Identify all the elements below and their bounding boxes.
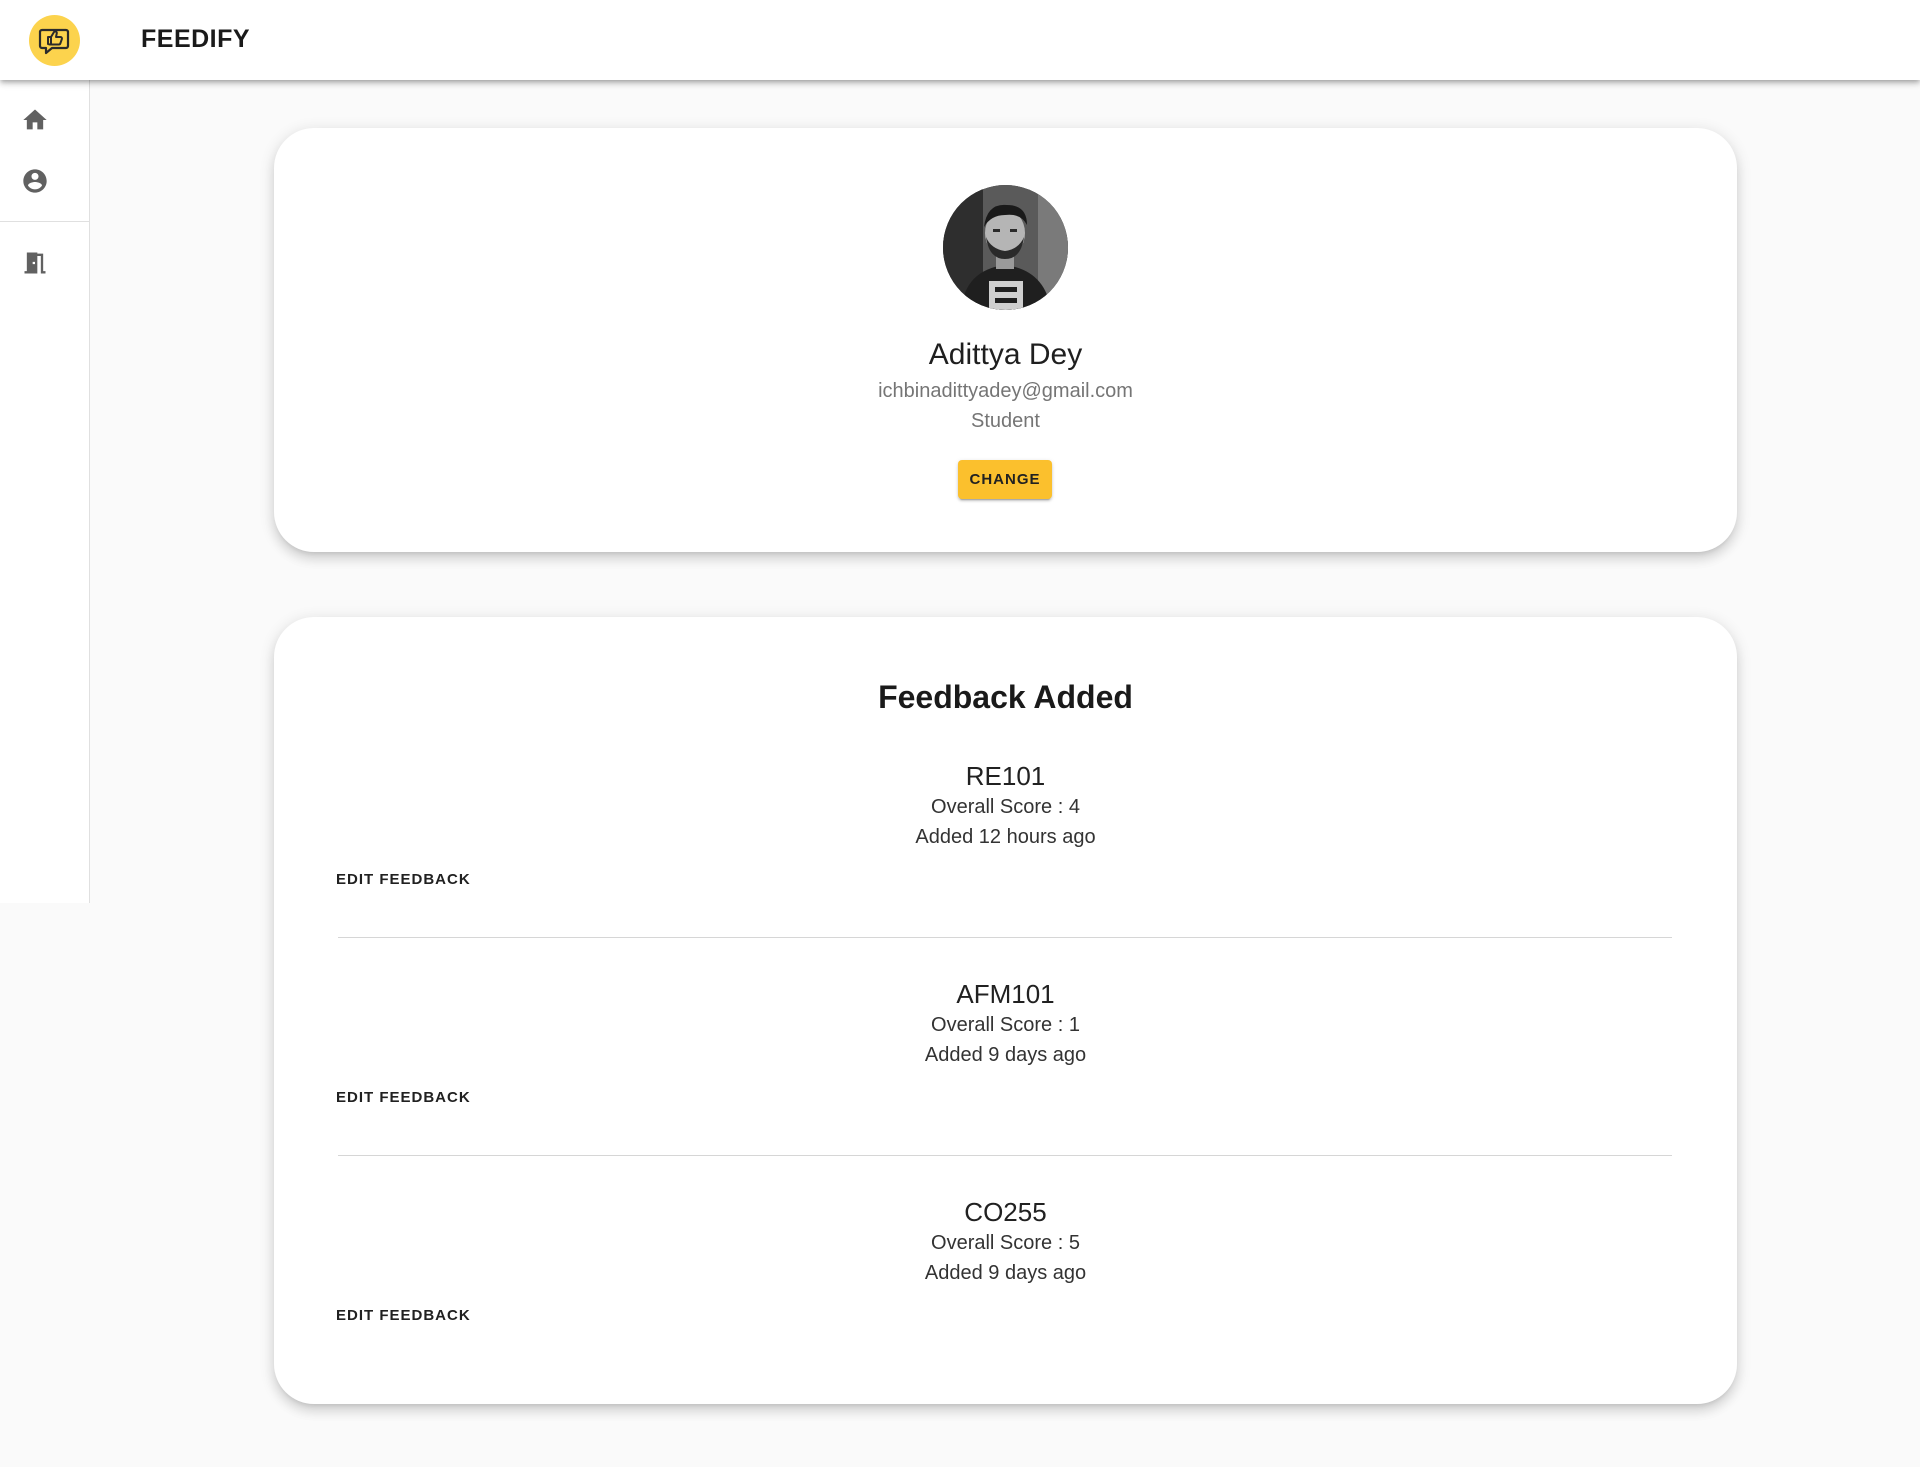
added-time: Added 12 hours ago [915, 826, 1096, 848]
feedback-item: CO255 Overall Score : 5 Added 9 days ago… [274, 1197, 1737, 1415]
app-bar: FEEDIFY [0, 0, 1920, 80]
door-exit-icon [24, 252, 46, 274]
course-code: RE101 [965, 761, 1046, 791]
edit-feedback-button[interactable]: EDIT FEEDBACK [324, 1301, 483, 1330]
edit-feedback-button[interactable]: EDIT FEEDBACK [324, 865, 483, 894]
course-code: AFM101 [956, 979, 1055, 1009]
overall-score: Overall Score : 5 [931, 1232, 1080, 1254]
account-circle-icon [23, 169, 47, 193]
course-code: CO255 [964, 1197, 1047, 1227]
added-time: Added 9 days ago [924, 1044, 1087, 1066]
edit-feedback-button[interactable]: EDIT FEEDBACK [324, 1083, 483, 1112]
profile-card: Adittya Dey ichbinadittyadey@gmail.com S… [274, 128, 1737, 552]
nav-home[interactable] [0, 92, 89, 148]
overall-score: Overall Score : 1 [931, 1014, 1080, 1036]
side-drawer [0, 80, 90, 903]
profile-name: Adittya Dey [928, 338, 1083, 371]
overall-score: Overall Score : 4 [931, 796, 1080, 818]
feedback-divider [338, 1155, 1672, 1156]
avatar [943, 185, 1068, 310]
nav-profile[interactable] [0, 153, 89, 209]
feedback-divider [338, 937, 1672, 938]
feedback-heading: Feedback Added [878, 679, 1133, 715]
change-button[interactable]: CHANGE [958, 460, 1052, 499]
feedify-logo-icon[interactable] [29, 15, 80, 66]
nav-logout[interactable] [0, 235, 89, 291]
profile-role: Student [971, 410, 1040, 432]
app-title: FEEDIFY [141, 25, 251, 53]
feedback-item: AFM101 Overall Score : 1 Added 9 days ag… [274, 979, 1737, 1197]
profile-email: ichbinadittyadey@gmail.com [878, 380, 1133, 402]
added-time: Added 9 days ago [924, 1262, 1087, 1284]
nav-divider [0, 221, 89, 222]
feedback-card: Feedback Added RE101 Overall Score : 4 A… [274, 617, 1737, 1404]
home-icon [23, 109, 47, 130]
feedback-item: RE101 Overall Score : 4 Added 12 hours a… [274, 761, 1737, 979]
